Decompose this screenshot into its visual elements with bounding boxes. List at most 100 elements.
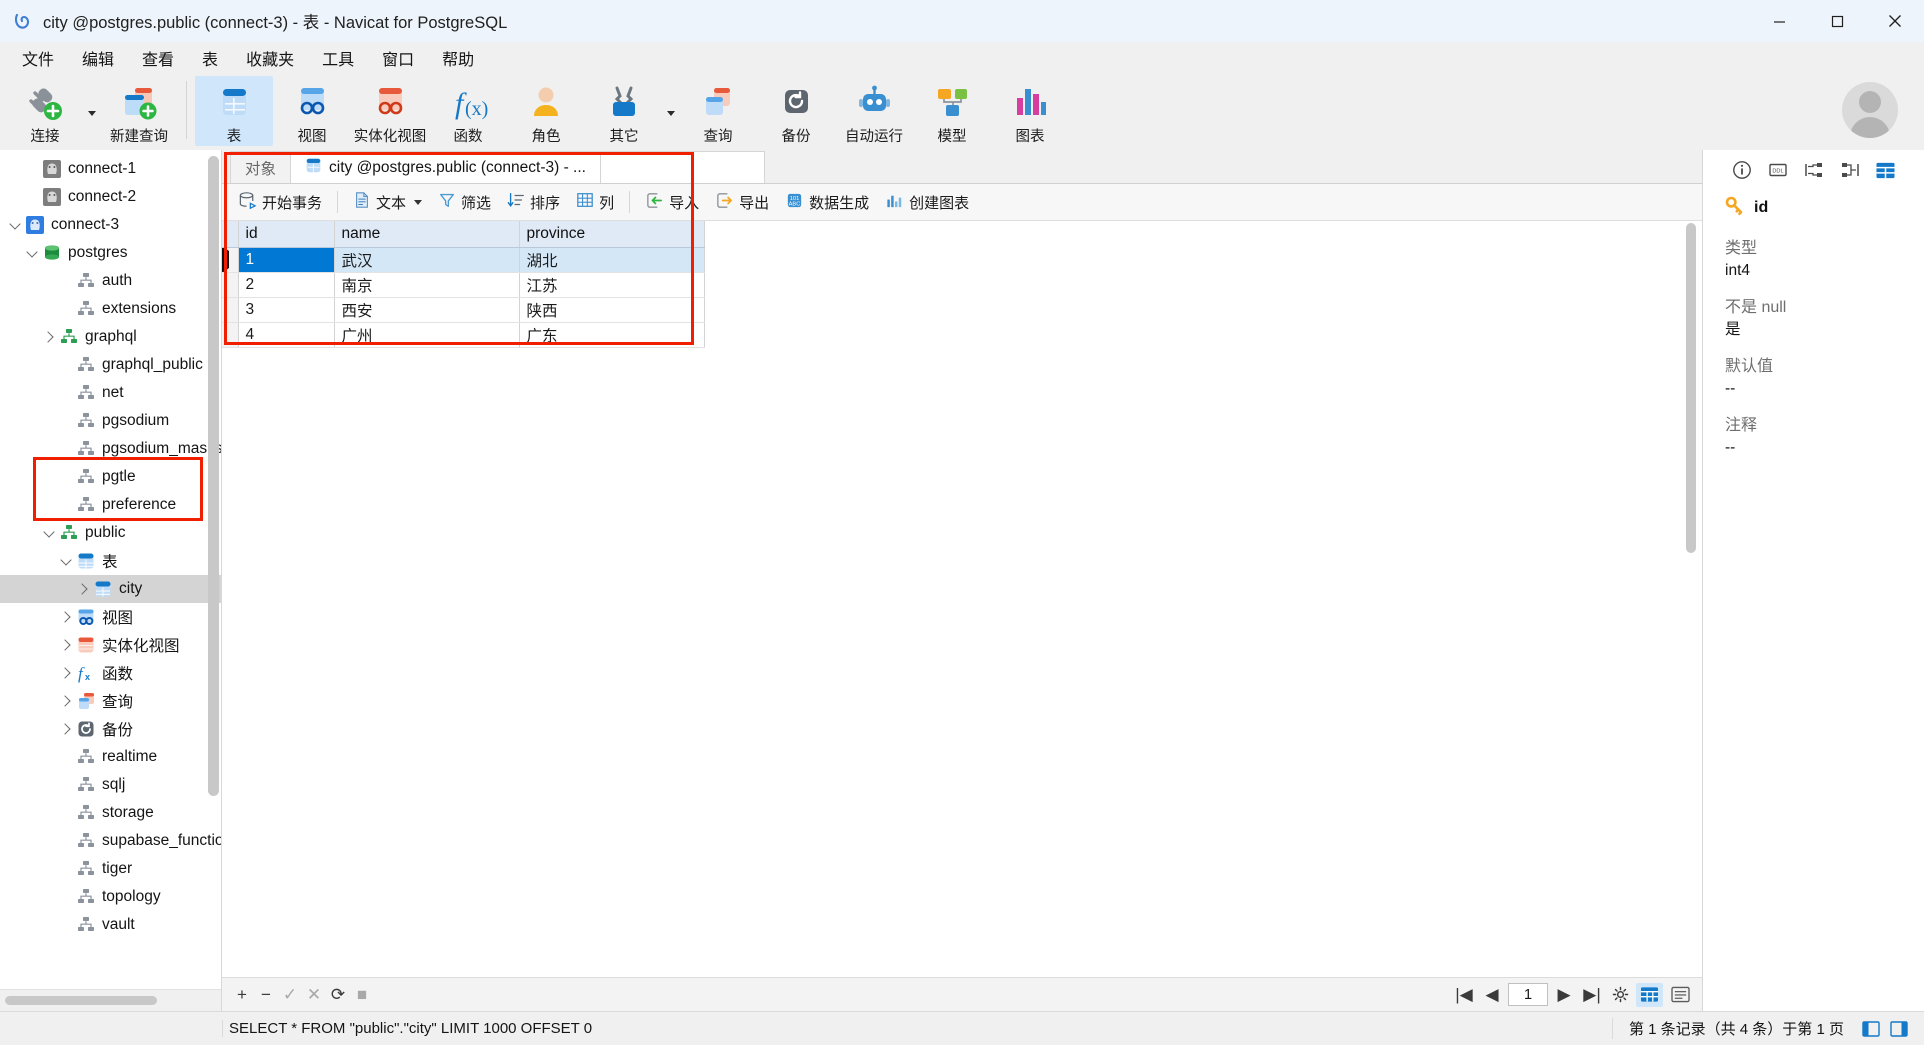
- maximize-button[interactable]: [1808, 0, 1866, 42]
- tree-node--[interactable]: 视图: [0, 603, 221, 631]
- menu-tools[interactable]: 工具: [308, 42, 368, 74]
- grid-vertical-scrollbar[interactable]: [1686, 223, 1696, 553]
- row-marker[interactable]: [222, 322, 239, 348]
- table-row[interactable]: 1 武汉 湖北: [222, 247, 705, 273]
- tree-node-realtime[interactable]: realtime: [0, 743, 221, 771]
- discard-change-button[interactable]: ✕: [302, 983, 326, 1007]
- stop-button[interactable]: ■: [350, 983, 374, 1007]
- cell-id[interactable]: 2: [238, 272, 335, 298]
- cell-id[interactable]: 1: [238, 247, 335, 273]
- chevron-right-icon[interactable]: [57, 723, 75, 735]
- chevron-down-icon[interactable]: [40, 525, 58, 538]
- toolbar-automation[interactable]: 自动运行: [835, 76, 913, 146]
- tree-node-supabase_functions[interactable]: supabase_functions: [0, 827, 221, 855]
- tab-city-table[interactable]: city @postgres.public (connect-3) - ...: [290, 151, 601, 183]
- tree-node--[interactable]: f x 函数: [0, 659, 221, 687]
- menu-table[interactable]: 表: [188, 42, 232, 74]
- menu-favorites[interactable]: 收藏夹: [232, 42, 308, 74]
- cell-id[interactable]: 4: [238, 322, 335, 348]
- column-header-province[interactable]: province: [519, 221, 705, 248]
- tree-node-pgtle[interactable]: pgtle: [0, 463, 221, 491]
- relations-in-icon[interactable]: [1803, 159, 1825, 181]
- relations-out-icon[interactable]: [1839, 159, 1861, 181]
- tree-node-sqlj[interactable]: sqlj: [0, 771, 221, 799]
- last-page-button[interactable]: ▶|: [1580, 983, 1604, 1007]
- tree-node-city[interactable]: city: [0, 575, 221, 603]
- form-view-toggle[interactable]: [1667, 983, 1694, 1007]
- toolbar-role[interactable]: 角色: [507, 76, 585, 146]
- cell-name[interactable]: 西安: [334, 297, 520, 323]
- toolbar-chart[interactable]: 图表: [991, 76, 1069, 146]
- tree-node--[interactable]: 备份: [0, 715, 221, 743]
- tree-node-connect-2[interactable]: connect-2: [0, 183, 221, 211]
- add-record-button[interactable]: +: [230, 983, 254, 1007]
- row-marker[interactable]: [222, 297, 239, 323]
- chevron-right-icon[interactable]: [57, 695, 75, 707]
- gear-icon[interactable]: [1608, 983, 1632, 1007]
- delete-record-button[interactable]: −: [254, 983, 278, 1007]
- menu-view[interactable]: 查看: [128, 42, 188, 74]
- chevron-down-icon[interactable]: [6, 217, 24, 230]
- text-button[interactable]: 文本: [345, 187, 430, 217]
- avatar[interactable]: [1842, 82, 1898, 138]
- chevron-down-icon[interactable]: [23, 245, 41, 258]
- chevron-right-icon[interactable]: [74, 583, 92, 595]
- chevron-right-icon[interactable]: [57, 639, 75, 651]
- menu-window[interactable]: 窗口: [368, 42, 428, 74]
- toolbar-backup[interactable]: 备份: [757, 76, 835, 146]
- toolbar-view[interactable]: 视图: [273, 76, 351, 146]
- sidebar-vertical-scrollbar[interactable]: [208, 156, 219, 796]
- toolbar-query[interactable]: 查询: [679, 76, 757, 146]
- page-number-input[interactable]: [1508, 983, 1548, 1006]
- menu-edit[interactable]: 编辑: [68, 42, 128, 74]
- tree-node-storage[interactable]: storage: [0, 799, 221, 827]
- cell-province[interactable]: 湖北: [519, 247, 705, 273]
- left-panel-toggle-icon[interactable]: [1860, 1019, 1882, 1039]
- other-dropdown[interactable]: [663, 76, 679, 146]
- chevron-right-icon[interactable]: [57, 611, 75, 623]
- data-grid-container[interactable]: id name province 1 武汉 湖北 2 南京 江苏 3 西安 陕西 4 广州 广东: [222, 221, 1702, 977]
- info-icon[interactable]: [1731, 159, 1753, 181]
- toolbar-materialized-view[interactable]: 实体化视图: [351, 76, 429, 146]
- ddl-icon[interactable]: DDL: [1767, 159, 1789, 181]
- cell-name[interactable]: 武汉: [334, 247, 520, 273]
- export-button[interactable]: 导出: [707, 187, 777, 218]
- tree-node-graphql[interactable]: graphql: [0, 323, 221, 351]
- tree-node-extensions[interactable]: extensions: [0, 295, 221, 323]
- tab-object[interactable]: 对象: [230, 151, 292, 183]
- scrollbar-thumb[interactable]: [208, 156, 219, 796]
- toolbar-other[interactable]: 其它: [585, 76, 663, 146]
- menu-file[interactable]: 文件: [8, 42, 68, 74]
- tree-node-postgres[interactable]: postgres: [0, 239, 221, 267]
- prev-page-button[interactable]: ◀: [1480, 983, 1504, 1007]
- tree-node-graphql_public[interactable]: graphql_public: [0, 351, 221, 379]
- next-page-button[interactable]: ▶: [1552, 983, 1576, 1007]
- first-page-button[interactable]: |◀: [1452, 983, 1476, 1007]
- filter-button[interactable]: 筛选: [430, 187, 499, 217]
- tree-node-auth[interactable]: auth: [0, 267, 221, 295]
- tree-node-connect-3[interactable]: connect-3: [0, 211, 221, 239]
- tree-node-public[interactable]: public: [0, 519, 221, 547]
- column-header-id[interactable]: id: [238, 221, 335, 248]
- toolbar-new-query[interactable]: 新建查询: [100, 76, 178, 146]
- row-marker[interactable]: [222, 272, 239, 298]
- tree-node--[interactable]: 查询: [0, 687, 221, 715]
- right-panel-toggle-icon[interactable]: [1888, 1019, 1910, 1039]
- sidebar-horizontal-scrollbar[interactable]: [0, 989, 221, 1011]
- cell-province[interactable]: 陕西: [519, 297, 705, 323]
- columns-button[interactable]: 列: [568, 187, 622, 217]
- object-tree[interactable]: connect-1 connect-2 connect-3 postgres a…: [0, 150, 221, 989]
- data-generation-button[interactable]: 101 ABC 数据生成: [777, 187, 877, 218]
- cell-name[interactable]: 广州: [334, 322, 520, 348]
- cell-name[interactable]: 南京: [334, 272, 520, 298]
- cell-province[interactable]: 广东: [519, 322, 705, 348]
- table-row[interactable]: 3 西安 陕西: [222, 297, 705, 323]
- apply-change-button[interactable]: ✓: [278, 983, 302, 1007]
- tree-node-pgsodium_masks[interactable]: pgsodium_masks: [0, 435, 221, 463]
- toolbar-model[interactable]: 模型: [913, 76, 991, 146]
- begin-transaction-button[interactable]: 开始事务: [230, 187, 330, 218]
- sort-button[interactable]: 排序: [499, 187, 568, 217]
- create-chart-button[interactable]: 创建图表: [877, 187, 977, 218]
- close-button[interactable]: [1866, 0, 1924, 42]
- scrollbar-thumb[interactable]: [5, 996, 157, 1005]
